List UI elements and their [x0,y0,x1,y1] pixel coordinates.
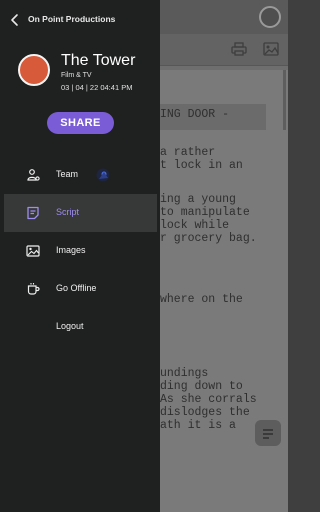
script-line: As she corrals [160,393,257,406]
script-icon [27,206,39,220]
gallery-icon[interactable] [263,42,279,56]
menu-item-script[interactable]: Script [4,194,157,232]
menu-item-team[interactable]: Team [4,156,157,194]
menu-item-go-offline[interactable]: Go Offline [4,270,157,308]
notes-icon-line [263,433,273,435]
script-line: ath it is a [160,419,236,432]
menu-label-team: Team [56,169,79,179]
script-line: ing a young [160,193,236,206]
print-icon[interactable] [231,42,247,56]
menu-item-logout[interactable]: Logout [4,308,157,346]
script-line: a rather [160,146,216,159]
menu-label-script: Script [56,207,80,217]
menu-label-go-offline: Go Offline [56,283,97,293]
project-avatar [18,54,50,86]
company-name: On Point Productions [28,14,116,24]
script-line: where on the [160,293,243,306]
scrollbar[interactable] [283,70,286,130]
menu-label-logout: Logout [56,321,84,331]
script-line: lock while [160,219,230,232]
script-line: dislodges the [160,406,250,419]
notes-icon [263,429,273,431]
script-line: r grocery bag. [160,232,257,245]
navigation-drawer: On Point Productions The Tower Film & TV… [0,0,160,512]
script-line: t lock in an [160,159,243,172]
images-icon [26,245,40,257]
share-button[interactable]: SHARE [47,112,114,134]
script-line: ding down to [160,380,243,393]
notes-button[interactable] [255,420,281,446]
menu-item-images[interactable]: Images [4,232,157,270]
script-line: to manipulate [160,206,250,219]
script-line: undings [160,367,209,380]
menu-label-images: Images [56,245,86,255]
script-line: ING DOOR - [160,108,230,121]
back-arrow-icon[interactable] [8,12,22,28]
offline-icon [27,283,40,295]
user-avatar[interactable] [259,6,281,28]
team-member-avatar-icon [96,168,110,182]
project-date: 03 | 04 | 22 04:41 PM [61,83,133,92]
notes-icon-line [263,437,269,439]
project-title: The Tower [61,52,136,69]
team-icon [27,169,40,181]
project-genre: Film & TV [61,72,92,79]
